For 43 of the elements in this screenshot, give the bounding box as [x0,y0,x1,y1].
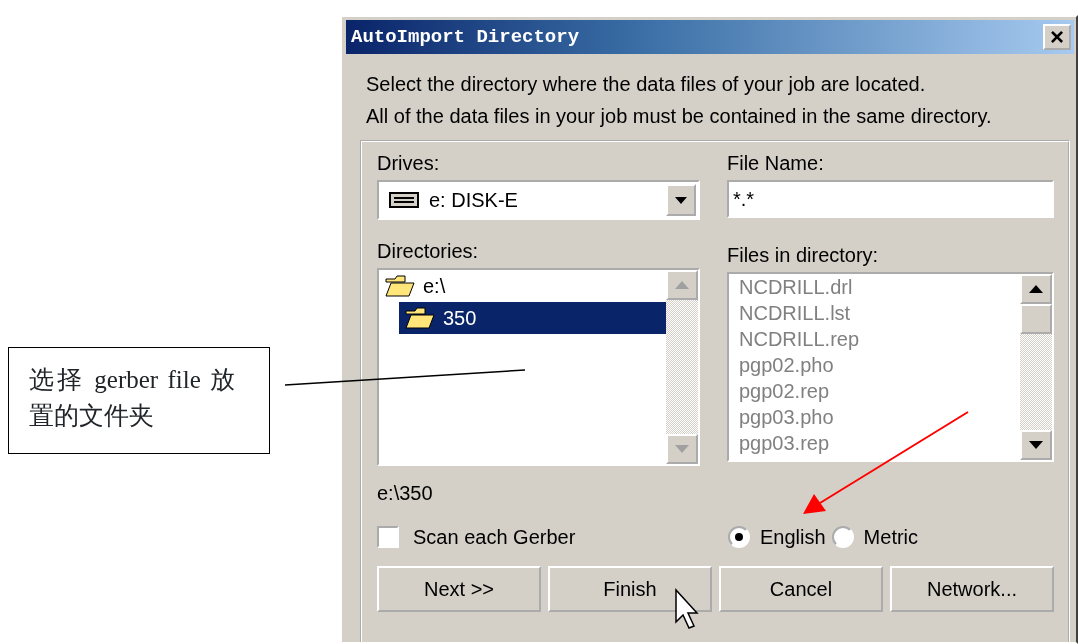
file-item[interactable]: NCDRILL.drl [729,274,1020,300]
scroll-down-icon [675,445,689,453]
radio-button[interactable] [831,526,854,548]
drives-label: Drives: [377,151,441,176]
file-item[interactable]: pgp03.rep [729,430,1020,456]
directory-item[interactable]: 350 [399,302,666,334]
file-item[interactable]: pgp03.pho [729,404,1020,430]
instruction-text: All of the data files in your job must be contained in the same directory. [366,104,993,129]
scroll-down-button[interactable] [1020,430,1052,460]
current-path: e:\350 [377,481,434,506]
drives-dropdown[interactable]: e: DISK-E [377,180,700,220]
folder-icon [385,275,415,297]
scroll-up-icon [1029,285,1043,293]
drive-icon [389,192,419,208]
file-item[interactable]: pgp02.rep [729,378,1020,404]
files-label: Files in directory: [727,243,880,268]
directory-item[interactable]: e:\ [379,270,666,302]
dialog-button[interactable]: Cancel [719,566,883,612]
annotation-text: 选择 gerber file 放置的文件夹 [8,347,270,454]
directories-label: Directories: [377,239,480,264]
dialog-button[interactable]: Finish [548,566,712,612]
file-name-field[interactable]: *.* [727,180,1054,218]
checkbox[interactable] [377,526,399,548]
drive-value: e: DISK-E [429,188,518,213]
file-item[interactable]: pgp02.pho [729,352,1020,378]
close-button[interactable]: × [1043,24,1071,50]
scroll-down-icon [1029,441,1043,449]
file-item[interactable]: NCDRILL.lst [729,300,1020,326]
radio-label: Metric [863,525,919,550]
file-item[interactable]: NCDRILL.rep [729,326,1020,352]
scroll-up-icon [675,281,689,289]
dialog-button[interactable]: Next >> [377,566,541,612]
folder-icon [405,307,435,329]
scroll-thumb[interactable] [1020,304,1052,334]
radio-button[interactable] [728,526,750,548]
dialog-button[interactable]: Network... [890,566,1054,612]
scroll-up-button[interactable] [1020,274,1052,304]
mouse-pointer-icon [675,588,699,629]
window-title: AutoImport Directory [351,24,580,50]
file-name-label: File Name: [727,151,825,176]
radio-label: English [760,525,826,550]
instruction-text: Select the directory where the data files of your job are located. [366,72,927,97]
checkbox-label: Scan each Gerber [413,525,576,550]
